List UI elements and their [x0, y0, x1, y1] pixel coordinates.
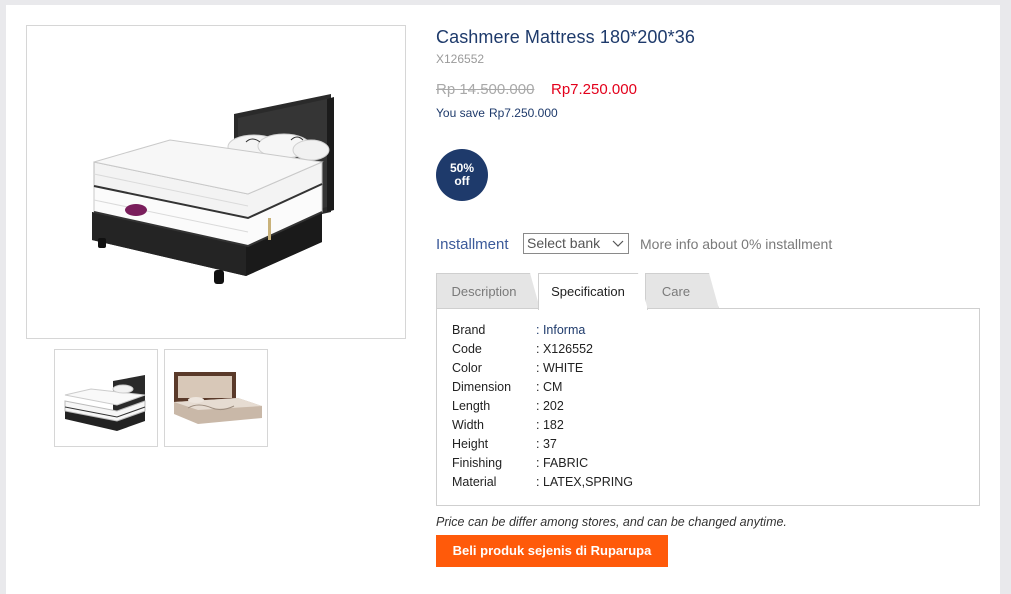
spec-key: Width [452, 418, 484, 432]
spec-key: Brand [452, 323, 486, 337]
installment-label: Installment [436, 236, 509, 253]
spec-value: : CM [536, 380, 563, 394]
spec-value: : FABRIC [536, 456, 589, 470]
spec-key: Color [452, 361, 482, 375]
spec-key: Dimension [452, 380, 512, 394]
specification-panel: Brand : Informa Code : X126552 Color : W… [436, 308, 980, 506]
spec-key: Finishing [452, 456, 503, 470]
bank-select-value: Select bank [527, 235, 601, 251]
product-title: Cashmere Mattress 180*200*36 [436, 27, 695, 47]
sale-price: Rp7.250.000 [551, 81, 637, 98]
you-save-label: You save [436, 106, 485, 120]
spec-value: : 182 [536, 418, 564, 432]
thumbnail-bed-frame-image [174, 372, 262, 424]
product-sku: X126552 [436, 52, 485, 66]
thumbnail-mattress[interactable] [54, 349, 158, 447]
spec-value-brand-link[interactable]: : Informa [536, 323, 585, 337]
spec-value: : 202 [536, 399, 564, 413]
spec-key: Length [452, 399, 491, 413]
you-save-text: You save Rp7.250.000 [436, 106, 558, 120]
spec-key: Material [452, 475, 497, 489]
spec-key: Code [452, 342, 482, 356]
spec-value: : WHITE [536, 361, 584, 375]
original-price: Rp 14.500.000 [436, 81, 535, 98]
bed-illustration [92, 94, 334, 284]
tab-care[interactable]: Care [645, 273, 719, 309]
buy-similar-button[interactable]: Beli produk sejenis di Ruparupa [436, 535, 668, 567]
tab-specification[interactable]: Specification [538, 273, 648, 310]
spec-key: Height [452, 437, 489, 451]
spec-value: : 37 [536, 437, 557, 451]
discount-off-label: off [454, 174, 470, 188]
spec-value: : LATEX,SPRING [536, 475, 634, 489]
installment-info-link[interactable]: More info about 0% installment [640, 236, 832, 252]
thumbnail-mattress-image [64, 375, 146, 431]
main-product-image[interactable] [26, 25, 406, 339]
tab-description[interactable]: Description [436, 273, 540, 309]
price-disclaimer: Price can be differ among stores, and ca… [436, 515, 787, 529]
discount-badge: 50% off [436, 149, 488, 201]
bank-select-dropdown[interactable]: Select bank [523, 233, 629, 254]
thumbnail-bed-frame[interactable] [164, 349, 268, 447]
you-save-amount: Rp7.250.000 [488, 106, 558, 120]
chevron-down-icon [612, 236, 624, 252]
spec-value: : X126552 [536, 342, 593, 356]
